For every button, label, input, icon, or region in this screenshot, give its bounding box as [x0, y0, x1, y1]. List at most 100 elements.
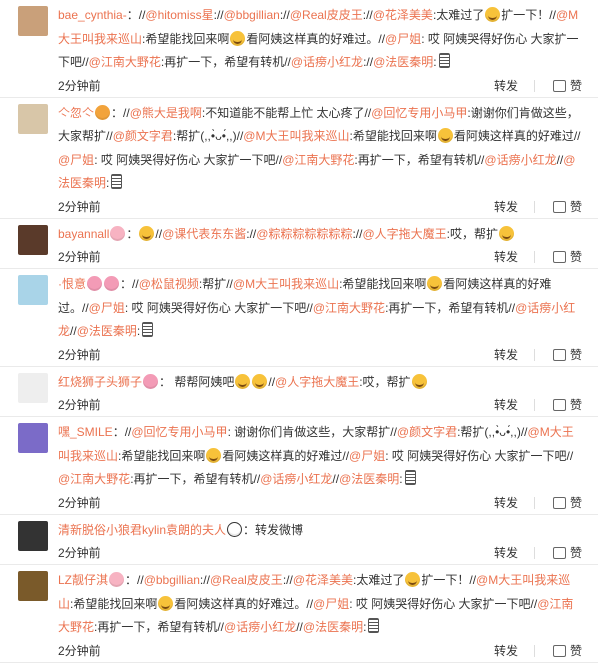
like-button[interactable]: 赞 [552, 394, 582, 416]
comment-meta: 2分钟前 转发 赞 [58, 542, 582, 564]
mention-link[interactable]: @颜文字君 [113, 129, 173, 143]
username-link[interactable]: bae_cynthia- [58, 8, 127, 22]
like-label: 赞 [569, 199, 582, 214]
mention-link[interactable]: @回忆专用小马甲 [371, 106, 467, 120]
divider [533, 251, 535, 263]
comment-text-segment: :哎，帮扩 [446, 226, 498, 241]
like-button[interactable]: 赞 [552, 75, 582, 97]
repost-button[interactable]: 转发 [494, 344, 518, 366]
like-button[interactable]: 赞 [552, 196, 582, 218]
mention-link[interactable]: @江南大野花 [282, 153, 354, 167]
microphone-icon [404, 470, 416, 485]
like-button[interactable]: 赞 [552, 246, 582, 268]
username-link[interactable]: 清新脱俗小狼君kylin袁朗的夫人 [58, 523, 226, 537]
timestamp: 2分钟前 [58, 546, 101, 560]
comment-text-segment: :// [246, 226, 257, 241]
mention-link[interactable]: @尸姐 [89, 301, 125, 315]
pig-emoji-icon [110, 225, 126, 241]
repost-button[interactable]: 转发 [494, 75, 518, 97]
timestamp: 2分钟前 [58, 347, 101, 362]
microphone-icon [438, 53, 450, 68]
avatar[interactable] [18, 6, 48, 36]
mention-link[interactable]: @法医秦明 [77, 324, 137, 338]
comment-text-segment: :希望能找回来啊 [349, 129, 437, 143]
mention-link[interactable]: @江南大野花 [58, 472, 130, 486]
like-label: 赞 [569, 78, 582, 93]
mention-link[interactable]: @人字拖大魔王 [275, 375, 359, 389]
mention-link[interactable]: @话痨小红龙 [260, 472, 332, 486]
comment-text-segment: :// [352, 226, 363, 241]
avatar[interactable] [18, 275, 48, 305]
username-link[interactable]: 红烧狮子头狮子 [58, 375, 142, 389]
comment-actions: 转发 赞 [476, 640, 582, 662]
mention-link[interactable]: @回忆专用小马甲 [131, 425, 227, 439]
mention-link[interactable]: @Real皮皮王 [210, 573, 283, 587]
comment-actions: 转发 赞 [476, 492, 582, 514]
comment-text: bayannall：//@课代表东东酱://@粽粽粽粽粽粽粽://@人字拖大魔王… [58, 223, 582, 247]
comment-item: ·恨意 ：//@松鼠视频:帮扩//@M大王叫我来巡山:希望能找回来啊 看阿姨这样真的… [0, 269, 598, 367]
mention-link[interactable]: @尸姐 [385, 32, 421, 46]
comment-text-segment: :// [199, 573, 210, 587]
mention-link[interactable]: @话痨小红龙 [291, 55, 363, 69]
timestamp: 2分钟前 [58, 78, 101, 93]
comment-actions: 转发 赞 [476, 196, 582, 218]
avatar[interactable] [18, 372, 48, 403]
username-link[interactable]: bayannall [58, 227, 109, 241]
mention-link[interactable]: @课代表东东酱 [162, 227, 246, 241]
mention-link[interactable]: @话痨小红龙 [224, 620, 296, 634]
comment-text-segment: ： [126, 226, 139, 241]
username-link[interactable]: ·恨意 [58, 277, 86, 291]
like-button[interactable]: 赞 [552, 542, 582, 564]
comment-actions: 转发 赞 [476, 542, 582, 564]
comment-text-segment: :再扩一下，希望有转机// [130, 472, 261, 486]
mention-link[interactable]: @粽粽粽粽粽粽粽 [256, 227, 352, 241]
mention-link[interactable]: @M大王叫我来巡山 [243, 129, 349, 143]
mention-link[interactable]: @尸姐 [58, 153, 94, 167]
avatar[interactable] [18, 224, 48, 255]
avatar[interactable] [18, 520, 48, 551]
mention-link[interactable]: @话痨小红龙 [484, 153, 556, 167]
mention-link[interactable]: @熊大是我啊 [130, 106, 202, 120]
mention-link[interactable]: @法医秦明 [303, 620, 363, 634]
mention-link[interactable]: @法医秦明 [339, 472, 399, 486]
avatar[interactable] [18, 103, 48, 134]
repost-button[interactable]: 转发 [494, 394, 518, 416]
comment-text: 红烧狮子头狮子： 帮帮阿姨吧//@人字拖大魔王:哎，帮扩 [58, 371, 582, 395]
mention-link[interactable]: @尸姐 [349, 449, 385, 463]
comment-text-segment: ： [112, 425, 125, 439]
mention-link[interactable]: @花泽美美 [373, 8, 433, 22]
comment-text-segment: :太难过了 [353, 573, 405, 587]
thumbs-up-icon [552, 547, 566, 559]
repost-button[interactable]: 转发 [494, 246, 518, 268]
repost-button[interactable]: 转发 [494, 542, 518, 564]
mention-link[interactable]: @bbgillian [224, 8, 280, 22]
like-button[interactable]: 赞 [552, 344, 582, 366]
like-button[interactable]: 赞 [552, 492, 582, 514]
mention-link[interactable]: @M大王叫我来巡山 [233, 277, 339, 291]
comment-item: 嘿_SMILE：//@回忆专用小马甲: 谢谢你们肯做这些，大家帮扩//@颜文字君… [0, 417, 598, 515]
like-button[interactable]: 赞 [552, 640, 582, 662]
cry-emoji-icon [235, 373, 251, 389]
username-link[interactable]: 亽忽亽 [58, 106, 94, 120]
mention-link[interactable]: @花泽美美 [293, 573, 353, 587]
username-link[interactable]: 嘿_SMILE [58, 425, 113, 439]
mention-link[interactable]: @江南大野花 [89, 55, 161, 69]
username-link[interactable]: LZ靓仔淇 [58, 573, 108, 587]
like-label: 赞 [569, 398, 582, 412]
repost-button[interactable]: 转发 [494, 196, 518, 218]
avatar[interactable] [18, 571, 48, 601]
repost-button[interactable]: 转发 [494, 492, 518, 514]
comment-text-segment: :希望能找回来啊 [339, 277, 427, 291]
mention-link[interactable]: @法医秦明 [373, 55, 433, 69]
comment-text-segment: :// [282, 573, 293, 587]
mention-link[interactable]: @人字拖大魔王 [362, 227, 446, 241]
mention-link[interactable]: @尸姐 [313, 597, 349, 611]
avatar[interactable] [18, 423, 48, 453]
mention-link[interactable]: @颜文字君 [397, 425, 457, 439]
mention-link[interactable]: @江南大野花 [313, 301, 385, 315]
mention-link[interactable]: @hitomiss星 [145, 8, 213, 22]
repost-button[interactable]: 转发 [494, 640, 518, 662]
mention-link[interactable]: @Real皮皮王 [290, 8, 363, 22]
mention-link[interactable]: @bbgillian [144, 573, 200, 587]
mention-link[interactable]: @松鼠视频 [139, 277, 199, 291]
